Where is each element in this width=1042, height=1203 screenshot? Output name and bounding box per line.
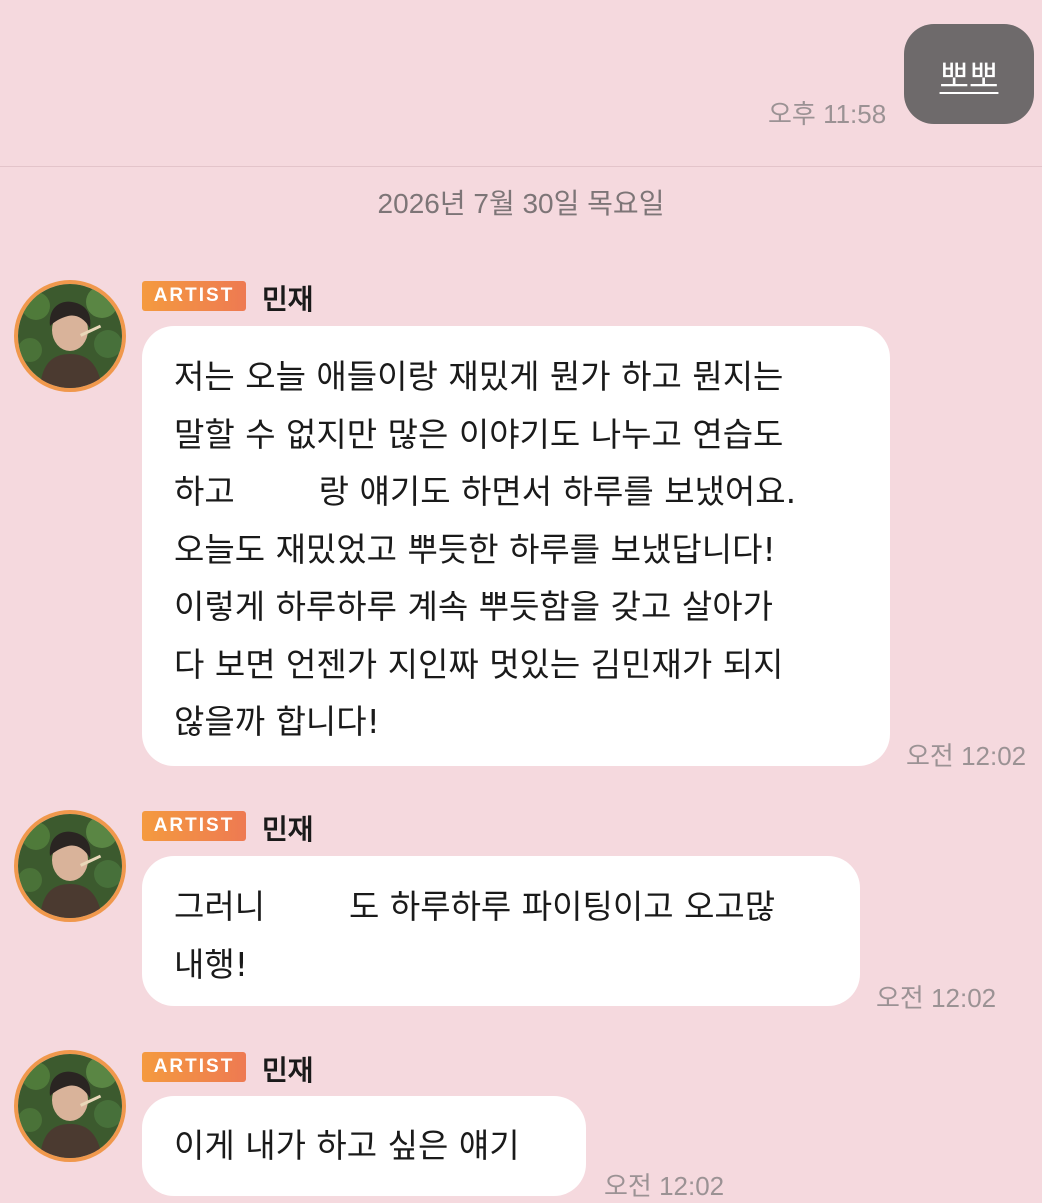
- sent-message-time: 오후 11:58: [768, 99, 887, 129]
- sent-message-text: 뽀뽀: [939, 57, 999, 95]
- artist-avatar[interactable]: [14, 280, 126, 392]
- message-bubble[interactable]: 이게 내가 하고 싶은 얘기: [142, 1096, 586, 1196]
- sender-name[interactable]: 민재: [262, 278, 314, 318]
- message-time: 오전 12:02: [906, 741, 1027, 771]
- artist-avatar[interactable]: [14, 810, 126, 922]
- previous-message-area: 오후 11:58 뽀뽀: [0, 0, 1042, 166]
- message-time: 오전 12:02: [604, 1171, 725, 1201]
- message-bubble[interactable]: 저는 오늘 애들이랑 재밌게 뭔가 하고 뭔지는 말할 수 없지만 많은 이야기…: [142, 326, 890, 766]
- sender-name[interactable]: 민재: [262, 808, 314, 848]
- avatar-photo-icon: [18, 1054, 122, 1158]
- artist-badge: ARTIST: [142, 281, 246, 311]
- artist-avatar[interactable]: [14, 1050, 126, 1162]
- date-separator: 2026년 7월 30일 목요일: [377, 188, 665, 219]
- avatar-photo-icon: [18, 814, 122, 918]
- artist-badge: ARTIST: [142, 1052, 246, 1082]
- sender-name[interactable]: 민재: [262, 1049, 314, 1089]
- artist-badge: ARTIST: [142, 811, 246, 841]
- sent-message-bubble[interactable]: 뽀뽀: [904, 24, 1034, 124]
- message-bubble[interactable]: 그러니 도 하루하루 파이팅이고 오고많 내행!: [142, 856, 860, 1006]
- avatar-photo-icon: [18, 284, 122, 388]
- divider: [0, 166, 1042, 167]
- message-time: 오전 12:02: [876, 983, 997, 1013]
